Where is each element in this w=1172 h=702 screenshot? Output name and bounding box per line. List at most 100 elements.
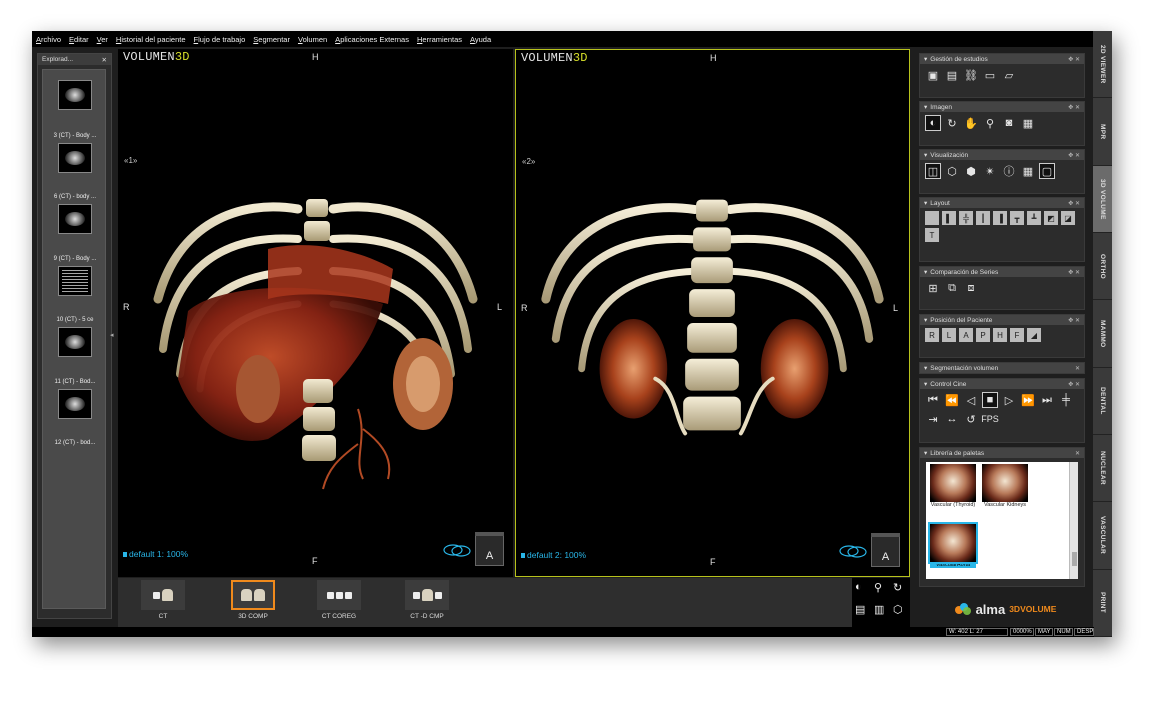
panel-header[interactable]: ▾ Librería de paletas ✕ — [920, 448, 1084, 458]
view-head-icon[interactable]: H — [993, 328, 1007, 342]
layout-1x1-icon[interactable] — [925, 211, 939, 225]
viewport-1[interactable]: VOLUMEN3D H F R L «1» default 1: 100% A — [118, 49, 513, 577]
view-right-icon[interactable]: R — [925, 328, 939, 342]
tab-dental[interactable]: DENTAL — [1093, 368, 1112, 435]
frame-icon[interactable]: ▢ — [1039, 163, 1055, 179]
pan-hand-icon[interactable]: ✋ — [963, 115, 979, 131]
grid-icon[interactable]: ▦ — [1020, 163, 1036, 179]
view-anterior-icon[interactable]: A — [959, 328, 973, 342]
fast-forward-icon[interactable]: ⏩ — [1020, 392, 1036, 408]
series-thumbnail[interactable]: 10 (CT) - 5 ce — [43, 314, 107, 357]
menu-editar[interactable]: Editar — [69, 35, 89, 44]
rings-icon[interactable] — [443, 542, 471, 558]
series-thumbnail[interactable]: 9 (CT) - Body ... — [43, 253, 107, 296]
menu-ayuda[interactable]: Ayuda — [470, 35, 491, 44]
panel-header[interactable]: ▾ Layout ✥ ✕ — [920, 198, 1084, 208]
palette-scrollbar[interactable] — [1069, 462, 1078, 579]
menu-herramientas[interactable]: Herramientas — [417, 35, 462, 44]
viewport-index[interactable]: «1» — [124, 156, 137, 165]
volume-icon[interactable]: ⬡ — [944, 163, 960, 179]
rotate-icon[interactable]: ↻ — [893, 581, 911, 602]
palette-item[interactable]: VascularAorta — [928, 522, 978, 568]
panel-header[interactable]: ▾ Segmentación volumen ✕ — [920, 363, 1084, 373]
slice-icon[interactable]: ╪ — [1058, 392, 1074, 408]
layout-2x3-icon[interactable]: ┻ — [1027, 211, 1041, 225]
panel-header[interactable]: ▾ Posición del Paciente ✥ ✕ — [920, 315, 1084, 325]
explorer-list[interactable]: 3 (CT) - Body ... 6 (CT) - body ... 9 (C… — [42, 69, 106, 609]
window-level-icon[interactable]: ◐ — [925, 115, 941, 131]
tab-3d-volume[interactable]: 3D VOLUME — [1093, 165, 1112, 233]
panel-header[interactable]: ▾ Visualización ✥ ✕ — [920, 150, 1084, 160]
surface-icon[interactable]: ⬢ — [963, 163, 979, 179]
palette-list[interactable]: Vascular (Thyroid) Vascular Kidneys Vasc… — [926, 462, 1078, 579]
tab-ortho[interactable]: ORTHO — [1093, 233, 1112, 301]
palette-item[interactable]: Vascular (Thyroid) — [930, 464, 976, 508]
last-frame-icon[interactable]: ⏭ — [1039, 392, 1055, 408]
menu-segmentar[interactable]: Segmentar — [253, 35, 290, 44]
series-thumbnail[interactable]: 12 (CT) - bod... — [43, 437, 107, 446]
info-icon[interactable]: ⓘ — [1001, 163, 1017, 179]
series-card-ct[interactable]: CT — [138, 580, 188, 620]
first-frame-icon[interactable]: ⏮ — [925, 392, 941, 408]
series-card-3d-comp[interactable]: 3D COMP — [228, 580, 278, 620]
series-thumbnail[interactable]: 6 (CT) - body ... — [43, 191, 107, 234]
panel-header[interactable]: ▾ Control Cine ✥ ✕ — [920, 379, 1084, 389]
layout-1x3-icon[interactable]: ┃ — [976, 211, 990, 225]
view-left-icon[interactable]: L — [942, 328, 956, 342]
loop-icon[interactable]: ↺ — [963, 411, 979, 427]
menu-flujo[interactable]: Flujo de trabajo — [194, 35, 246, 44]
zoom-icon[interactable]: ⚲ — [874, 581, 892, 602]
layout-stack-icon[interactable]: ◩ — [1044, 211, 1058, 225]
panel-header[interactable]: ▾ Imagen ✥ ✕ — [920, 102, 1084, 112]
layout-2x1-icon[interactable]: ▐ — [993, 211, 1007, 225]
viewport-index[interactable]: «2» — [522, 157, 535, 166]
orientation-cube[interactable]: A — [871, 533, 900, 567]
fps-button[interactable]: FPS — [981, 411, 999, 427]
series-card-ct-d-cmp[interactable]: CT -D CMP — [402, 580, 452, 620]
tab-mpr[interactable]: MPR — [1093, 98, 1112, 166]
panel-header[interactable]: ▾ Comparación de Series ✥ ✕ — [920, 267, 1084, 277]
compare-series-icon[interactable]: ⧉ — [944, 280, 960, 296]
bounce-icon[interactable]: ↔ — [944, 411, 960, 427]
folder-export-icon[interactable]: ▱ — [1001, 67, 1017, 83]
layout-2x2-icon[interactable]: ╬ — [959, 211, 973, 225]
compare-sync-icon[interactable]: ⧈ — [963, 280, 979, 296]
planes-icon[interactable]: ◫ — [925, 163, 941, 179]
zoom-icon[interactable]: ⚲ — [982, 115, 998, 131]
menu-volumen[interactable]: Volumen — [298, 35, 327, 44]
layout-text-icon[interactable]: T — [925, 228, 939, 242]
tab-print[interactable]: PRINT — [1093, 570, 1112, 637]
layout-3x2-icon[interactable]: ┳ — [1010, 211, 1024, 225]
series-card-ct-coreg[interactable]: CT COREG — [314, 580, 364, 620]
layout-1x2-icon[interactable]: ▌ — [942, 211, 956, 225]
tab-mammo[interactable]: MAMMO — [1093, 300, 1112, 368]
cube-icon[interactable]: ⬡ — [893, 603, 911, 624]
folder-open-icon[interactable]: ▭ — [982, 67, 998, 83]
layers-icon[interactable]: ▤ — [855, 603, 873, 624]
camera-icon[interactable]: ◙ — [1001, 115, 1017, 131]
layers-alt-icon[interactable]: ▥ — [874, 603, 892, 624]
stop-icon[interactable]: ■ — [982, 392, 998, 408]
menu-aplicaciones[interactable]: Aplicaciones Externas — [335, 35, 409, 44]
viewport-2[interactable]: VOLUMEN3D H F R L «2» default 2: 100% A — [515, 49, 910, 577]
series-thumbnail[interactable]: 11 (CT) - Bod... — [43, 376, 107, 419]
tab-vascular[interactable]: VASCULAR — [1093, 502, 1112, 570]
play-back-icon[interactable]: ◁ — [963, 392, 979, 408]
view-feet-icon[interactable]: F — [1010, 328, 1024, 342]
tab-2d-viewer[interactable]: 2D VIEWER — [1093, 31, 1112, 99]
rotate-icon[interactable]: ↻ — [944, 115, 960, 131]
light-icon[interactable]: ✴ — [982, 163, 998, 179]
view-oblique-icon[interactable]: ◢ — [1027, 328, 1041, 342]
menu-archivo[interactable]: Archivo — [36, 35, 61, 44]
menu-ver[interactable]: Ver — [97, 35, 108, 44]
menu-historial[interactable]: Historial del paciente — [116, 35, 186, 44]
close-icon[interactable]: ✕ — [102, 56, 107, 64]
palette-item[interactable]: Vascular Kidneys — [982, 464, 1028, 508]
collapse-left-icon[interactable]: ◂ — [110, 331, 114, 339]
study-open-icon[interactable]: ▣ — [925, 67, 941, 83]
view-posterior-icon[interactable]: P — [976, 328, 990, 342]
panel-header[interactable]: ▾ Gestión de estudios ✥ ✕ — [920, 54, 1084, 64]
window-level-icon[interactable]: ◐ — [855, 581, 873, 602]
layout-stack-alt-icon[interactable]: ◪ — [1061, 211, 1075, 225]
compare-cr-icon[interactable]: ⊞ — [925, 280, 941, 296]
